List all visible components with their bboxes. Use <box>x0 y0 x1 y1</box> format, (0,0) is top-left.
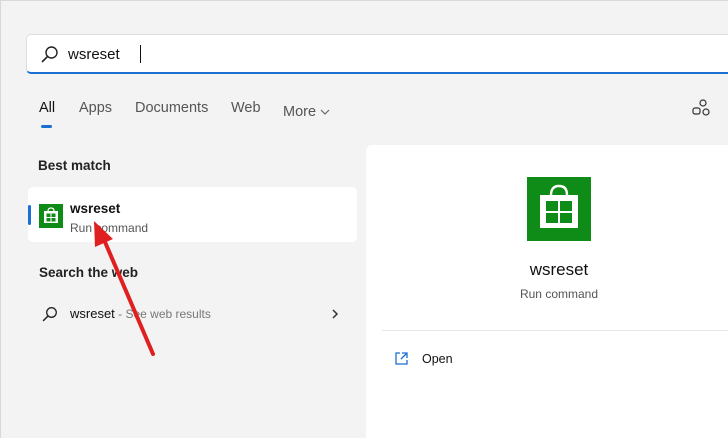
filter-tabs: All Apps Documents Web More <box>39 100 330 128</box>
search-input[interactable] <box>68 42 668 66</box>
store-icon <box>527 177 591 241</box>
store-icon <box>39 204 63 228</box>
tab-label: Web <box>231 100 261 116</box>
web-search-hint: - See web results <box>114 307 211 321</box>
result-subtitle: Run command <box>70 221 149 235</box>
web-search-term: wsreset <box>70 306 115 321</box>
share-results-icon[interactable] <box>691 98 711 118</box>
active-tab-indicator <box>41 125 52 128</box>
best-match-heading: Best match <box>38 158 111 173</box>
open-action[interactable]: Open <box>382 345 582 373</box>
details-title: wsreset <box>529 260 589 279</box>
tab-more[interactable]: More <box>283 100 330 124</box>
search-box[interactable] <box>26 34 728 74</box>
tab-all[interactable]: All <box>39 100 79 128</box>
tab-apps[interactable]: Apps <box>79 100 135 124</box>
result-title: wsreset <box>70 201 121 216</box>
tab-label: Apps <box>79 100 113 116</box>
start-search-window: All Apps Documents Web More Best match <box>0 0 728 439</box>
tab-label: All <box>39 100 56 116</box>
tab-documents[interactable]: Documents <box>135 100 231 124</box>
details-pane: wsreset Run command Open <box>366 145 728 439</box>
best-match-result[interactable]: wsreset Run command <box>28 187 357 242</box>
chevron-right-icon[interactable] <box>329 307 341 321</box>
search-icon <box>42 307 57 322</box>
search-web-heading: Search the web <box>39 265 139 280</box>
tab-web[interactable]: Web <box>231 100 283 124</box>
web-search-result[interactable]: wsreset - See web results <box>28 297 357 331</box>
tab-label: More <box>283 104 317 120</box>
divider <box>382 330 728 331</box>
selection-indicator <box>28 205 31 225</box>
text-caret <box>140 45 141 63</box>
details-subtitle: Run command <box>519 287 599 301</box>
search-icon <box>41 46 58 63</box>
open-label: Open <box>422 352 453 366</box>
tab-label: Documents <box>135 100 209 116</box>
open-external-icon <box>395 352 408 365</box>
chevron-down-icon <box>320 109 330 115</box>
